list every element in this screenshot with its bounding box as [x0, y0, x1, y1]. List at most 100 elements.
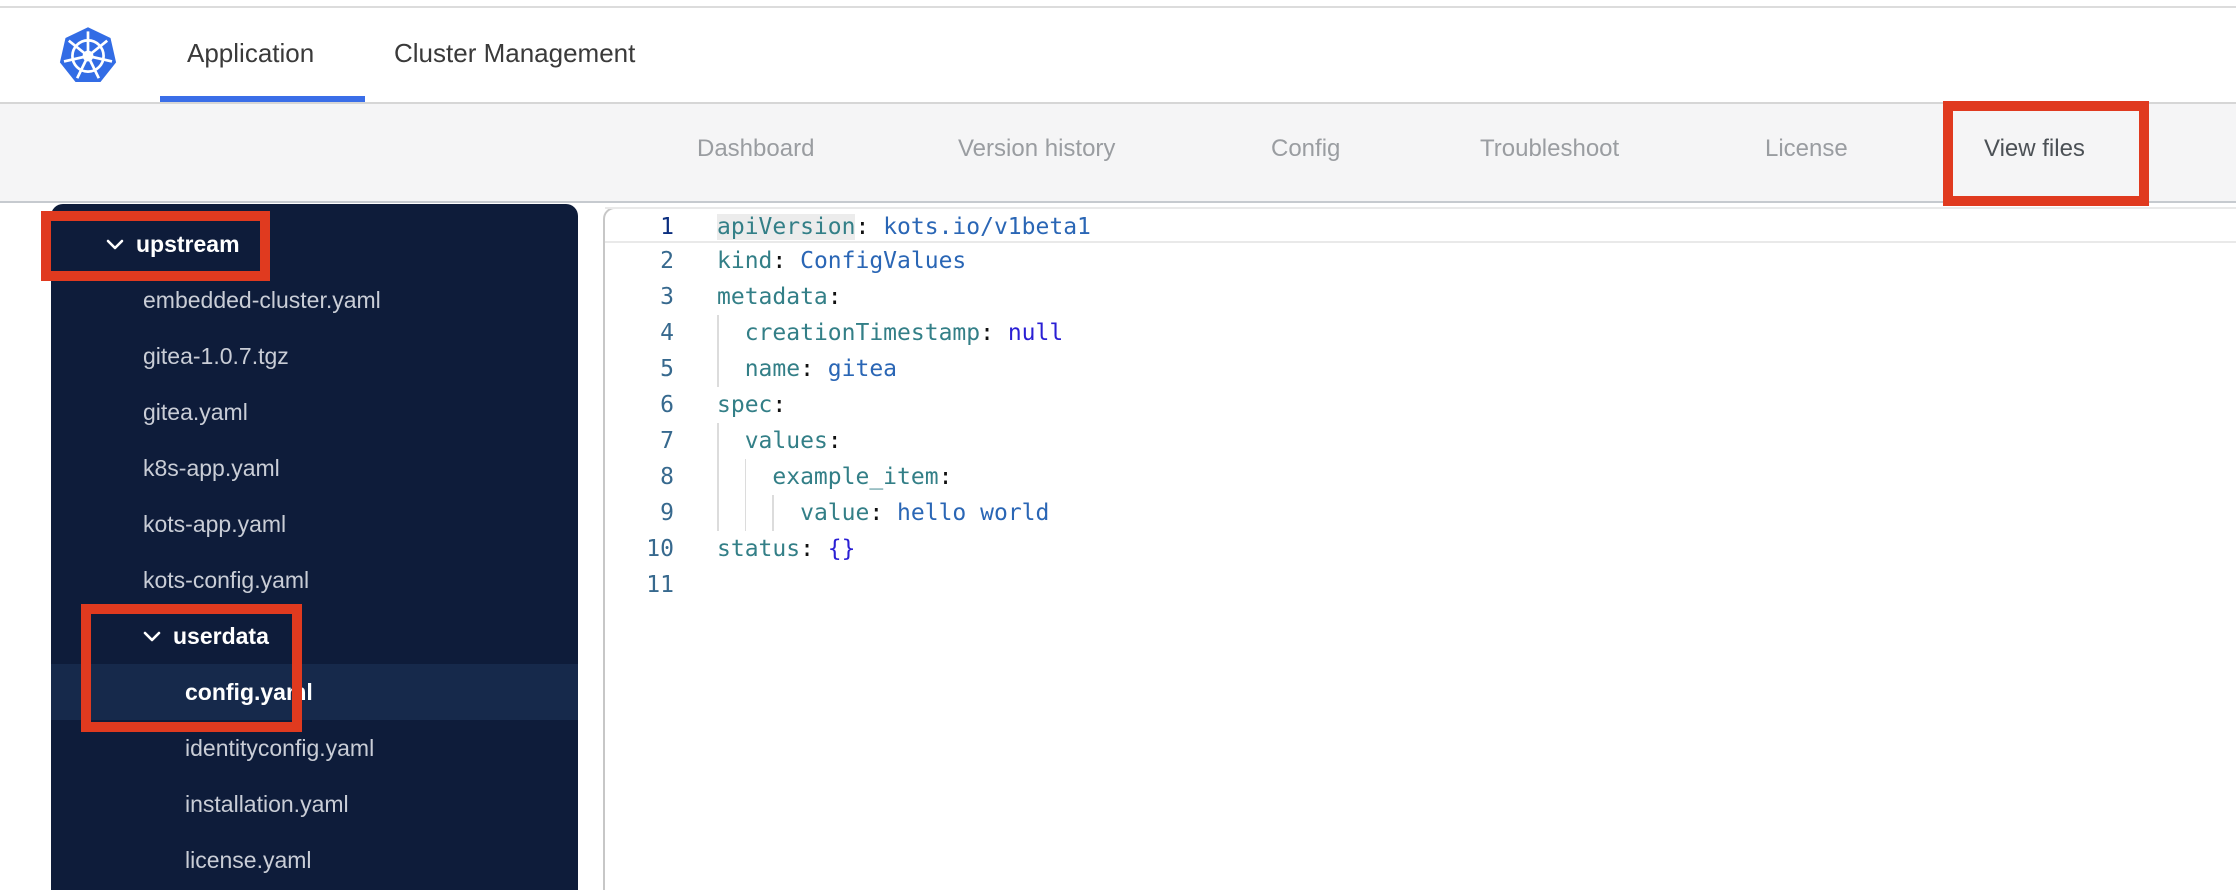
- kubernetes-logo: [58, 26, 118, 86]
- token-p: :: [800, 536, 828, 562]
- token-k: example_item: [772, 464, 939, 490]
- tree-item-installation-yaml[interactable]: installation.yaml: [51, 776, 578, 832]
- app-subnav: Dashboard Version history Config Troublesho…: [0, 104, 2236, 286]
- top-navigation-bar: Application Cluster Management: [0, 8, 2236, 104]
- file-label: kots-config.yaml: [143, 566, 310, 593]
- token-k: name: [744, 356, 801, 382]
- tree-item-identityconfig-yaml[interactable]: identityconfig.yaml: [51, 720, 578, 776]
- token-p: :: [772, 248, 801, 274]
- indent-guide: [744, 459, 747, 495]
- tree-item-embedded-cluster-yaml[interactable]: embedded-cluster.yaml: [51, 272, 578, 328]
- token-p: :: [800, 356, 828, 382]
- code-line: 4 creationTimestamp: null: [605, 315, 2236, 351]
- line-number: 4: [660, 320, 674, 346]
- code-line: 6 spec:: [605, 387, 2236, 423]
- token-p: :: [980, 320, 1008, 346]
- code-line: 11: [605, 567, 2236, 603]
- indent-guide: [717, 315, 719, 351]
- code-content: status: {}: [717, 531, 856, 567]
- file-label: kots-app.yaml: [143, 510, 287, 537]
- subnav-tab-dashboard[interactable]: Dashboard: [697, 104, 814, 201]
- file-label: identityconfig.yaml: [185, 734, 375, 761]
- top-tab-application[interactable]: Application: [187, 38, 314, 69]
- subnav-tab-troubleshoot[interactable]: Troubleshoot: [1480, 104, 1619, 201]
- tree-item-upstream[interactable]: upstream: [51, 216, 578, 272]
- tree-item-kots-app-yaml[interactable]: kots-app.yaml: [51, 496, 578, 552]
- top-tab-cluster-management[interactable]: Cluster Management: [394, 38, 635, 69]
- code-content: values:: [717, 423, 842, 459]
- line-number: 6: [660, 392, 674, 418]
- indent-guide: [717, 423, 719, 459]
- subnav-tab-version-history[interactable]: Version history: [958, 104, 1115, 201]
- line-number: 1: [660, 214, 674, 240]
- tree-item-gitea-yaml[interactable]: gitea.yaml: [51, 384, 578, 440]
- token-p: :: [869, 500, 898, 526]
- indent-guide: [717, 459, 719, 495]
- folder-label: userdata: [173, 622, 269, 649]
- indent-guide: [744, 495, 747, 531]
- token-k: spec: [717, 392, 773, 418]
- code-content: creationTimestamp: null: [717, 315, 1063, 351]
- line-number: 9: [660, 500, 674, 526]
- tree-item-k8s-app-yaml[interactable]: k8s-app.yaml: [51, 440, 578, 496]
- code-line: 7 values:: [605, 423, 2236, 459]
- code-content: metadata:: [717, 279, 842, 315]
- token-v: hello world: [897, 500, 1050, 526]
- file-label: license.yaml: [185, 846, 312, 873]
- tree-item-license-yaml[interactable]: license.yaml: [51, 832, 578, 888]
- subnav-tab-config[interactable]: Config: [1271, 104, 1340, 201]
- line-number: 11: [646, 572, 674, 598]
- active-tab-underline: [160, 96, 365, 102]
- code-line: 9 value: hello world: [605, 495, 2236, 531]
- indent-guide: [717, 351, 719, 387]
- file-label: installation.yaml: [185, 790, 349, 817]
- code-line: 5 name: gitea: [605, 351, 2236, 387]
- token-k: value: [800, 500, 870, 526]
- tree-item-gitea-1-0-7-tgz[interactable]: gitea-1.0.7.tgz: [51, 328, 578, 384]
- code-line: 3 metadata:: [605, 279, 2236, 315]
- code-content: apiVersion: kots.io/v1beta1: [717, 209, 1091, 241]
- folder-label: upstream: [136, 230, 240, 257]
- code-content: spec:: [717, 387, 786, 423]
- code-line: 10 status: {}: [605, 531, 2236, 567]
- token-v: ConfigValues: [800, 248, 967, 274]
- code-content: value: hello world: [717, 495, 1049, 531]
- token-k: values: [744, 428, 828, 454]
- chevron-down-icon[interactable]: [143, 630, 165, 642]
- code-content: kind: ConfigValues: [717, 243, 966, 279]
- code-line: 8 example_item:: [605, 459, 2236, 495]
- code-line: 2 kind: ConfigValues: [605, 243, 2236, 279]
- token-v: gitea: [827, 356, 898, 382]
- file-label: gitea-1.0.7.tgz: [143, 342, 289, 369]
- line-number: 2: [660, 248, 674, 274]
- token-k: metadata: [717, 284, 828, 310]
- kots-admin-console: Application Cluster Management Dashboard V…: [0, 0, 2236, 890]
- token-p: :: [855, 214, 884, 240]
- token-p: :: [938, 464, 953, 490]
- line-number: 7: [660, 428, 674, 454]
- token-p: :: [827, 428, 842, 454]
- file-label: embedded-cluster.yaml: [143, 286, 381, 313]
- code-line: 1 apiVersion: kots.io/v1beta1: [605, 207, 2236, 243]
- token-p: :: [827, 284, 842, 310]
- token-w: {}: [827, 536, 856, 562]
- subnav-tab-view-files[interactable]: View files: [1984, 104, 2085, 201]
- file-tree-panel: upstream embedded-cluster.yaml gitea-1.0.7…: [51, 204, 578, 890]
- code-content: example_item:: [717, 459, 952, 495]
- token-v: kots.io/v1beta1: [883, 214, 1091, 240]
- yaml-editor[interactable]: 1 apiVersion: kots.io/v1beta1 2 kind: Confi…: [603, 207, 2236, 890]
- file-label: config.yaml: [185, 678, 313, 705]
- token-p: :: [772, 392, 787, 418]
- chevron-down-icon[interactable]: [106, 238, 128, 250]
- indent-guide: [772, 495, 774, 531]
- subnav-tab-license[interactable]: License: [1765, 104, 1848, 201]
- token-k: apiVersion: [717, 214, 856, 240]
- tree-item-kots-config-yaml[interactable]: kots-config.yaml: [51, 552, 578, 608]
- token-k: kind: [717, 248, 773, 274]
- line-number: 8: [660, 464, 674, 490]
- tree-item-config-yaml[interactable]: config.yaml: [51, 664, 578, 720]
- token-w: null: [1007, 320, 1064, 346]
- tree-item-userdata[interactable]: userdata: [51, 608, 578, 664]
- line-number: 10: [646, 536, 674, 562]
- file-label: gitea.yaml: [143, 398, 248, 425]
